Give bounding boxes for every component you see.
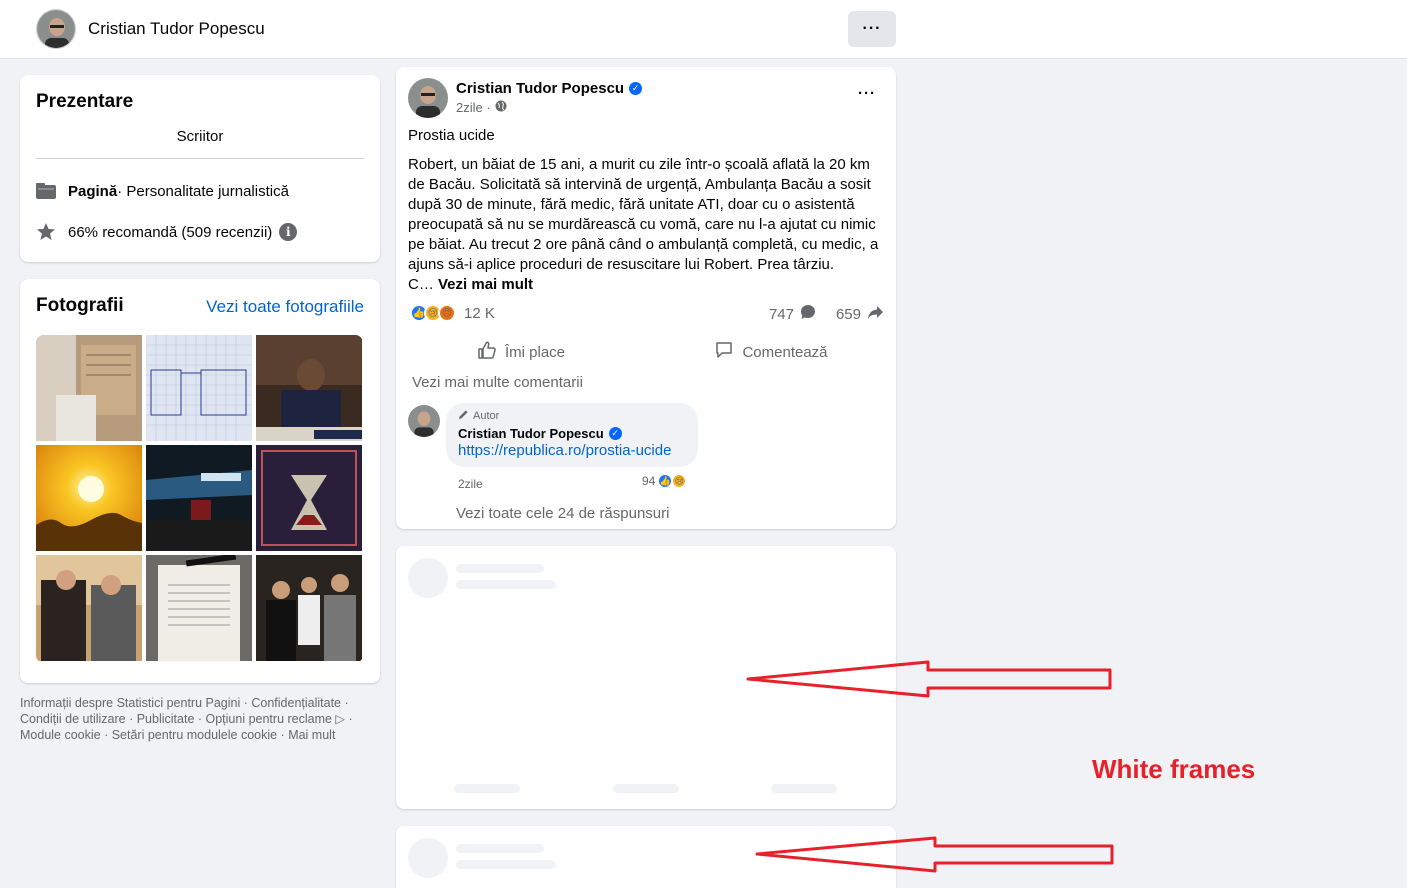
annotation-arrow <box>755 836 1114 873</box>
annotation-label: White frames <box>1092 754 1256 784</box>
annotation-arrow <box>746 660 1112 698</box>
